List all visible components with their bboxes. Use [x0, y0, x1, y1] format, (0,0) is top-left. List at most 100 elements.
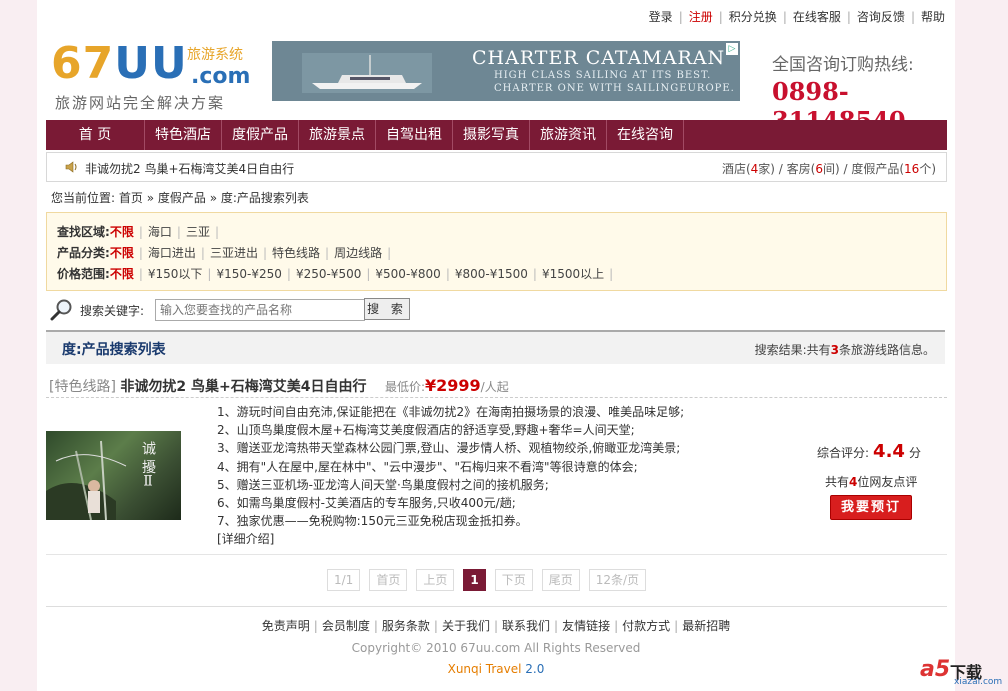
filter-option[interactable]: 周边线路: [334, 246, 382, 260]
page: 登录 | 注册 | 积分兑换 | 在线客服 | 咨询反馈 | 帮助 67UU 旅游系统 .com 旅…: [37, 0, 955, 691]
filter-option[interactable]: ¥1500以上: [542, 267, 604, 281]
last-page-button[interactable]: 尾页: [541, 569, 580, 591]
breadcrumb-current: 度:产品搜索列表: [220, 191, 309, 205]
price-unit: /人起: [480, 380, 509, 394]
filter-option-active[interactable]: 不限: [110, 225, 134, 239]
per-page: 12条/页: [588, 569, 647, 591]
filter-option-active[interactable]: 不限: [110, 246, 134, 260]
feature-item: 1、游玩时间自由充沛,保证能把在《非诚勿扰2》在海南拍摄场景的浪漫、唯美品味足够…: [217, 405, 685, 419]
filter-option[interactable]: ¥800-¥1500: [455, 267, 528, 281]
nav-item-6[interactable]: 旅游资讯: [530, 120, 607, 150]
detail-link[interactable]: [详细介绍]: [217, 530, 684, 548]
adchoices-icon[interactable]: ▷: [726, 43, 738, 55]
footer-link[interactable]: 免责声明: [262, 619, 310, 633]
nav-item-0[interactable]: 首 页: [46, 120, 145, 150]
book-button[interactable]: 我要预订: [830, 495, 912, 520]
logo-com: .com: [191, 64, 251, 89]
filter-label: 查找区域:: [57, 225, 110, 239]
feature-item: 6、如需鸟巢度假村-艾美酒店的专车服务,只收400元/趟;: [217, 496, 516, 511]
notice-text[interactable]: 非诚勿扰2 鸟巢+石梅湾艾美4日自由行: [85, 160, 294, 177]
site-logo[interactable]: 67UU 旅游系统 .com 旅游网站完全解决方案: [51, 38, 251, 113]
search-button[interactable]: 搜 索: [364, 298, 410, 320]
nav-item-3[interactable]: 旅游景点: [299, 120, 376, 150]
footer-link[interactable]: 最新招聘: [682, 619, 730, 633]
filter-option[interactable]: ¥500-¥800: [375, 267, 440, 281]
list-header: 度:产品搜索列表 搜索结果:共有3条旅游线路信息。: [46, 330, 945, 364]
top-links: 登录 | 注册 | 积分兑换 | 在线客服 | 咨询反馈 | 帮助: [648, 10, 945, 24]
nav-item-1[interactable]: 特色酒店: [145, 120, 222, 150]
feature-item: 4、拥有"人在屋中,屋在林中"、"云中漫步"、"石梅归来不看湾"等很诗意的体会;: [217, 459, 638, 474]
footer-link[interactable]: 关于我们: [442, 619, 490, 633]
nav-item-5[interactable]: 摄影写真: [453, 120, 530, 150]
register-link[interactable]: 注册: [689, 10, 713, 24]
current-page[interactable]: 1: [463, 569, 486, 591]
search-icon: [50, 299, 72, 321]
filter-option[interactable]: 特色线路: [272, 246, 320, 260]
first-page-button[interactable]: 首页: [369, 569, 408, 591]
filter-option-active[interactable]: 不限: [110, 267, 134, 281]
filter-option[interactable]: ¥250-¥500: [296, 267, 361, 281]
logo-slogan: 旅游网站完全解决方案: [55, 94, 226, 112]
feature-item: 2、山顶鸟巢度假木屋+石梅湾艾美度假酒店的舒适享受,野趣+奢华=人间天堂;: [217, 423, 635, 438]
product-photo-icon: [46, 440, 127, 520]
result-count: 搜索结果:共有3条旅游线路信息。: [754, 343, 935, 357]
feature-item: 5、赠送三亚机场-亚龙湾人间天堂·鸟巢度假村之间的接机服务;: [217, 477, 549, 492]
catamaran-icon: [302, 53, 432, 93]
filter-area: 查找区域:不限 | 海口 | 三亚 |: [57, 225, 219, 239]
product-image-text: 诚 擾Ⅱ: [140, 441, 156, 490]
footer-links: 免责声明 | 会员制度 | 服务条款 | 关于我们 | 联系我们 | 友情链接 | 付款方式 | 最新招聘: [261, 619, 731, 633]
footer-link[interactable]: 友情链接: [562, 619, 610, 633]
feedback-link[interactable]: 咨询反馈: [857, 10, 905, 24]
divider: [46, 397, 947, 398]
main-nav: 首 页特色酒店 度假产品 旅游景点 自驾出租 摄影写真 旅游资讯 在线咨询: [46, 120, 947, 150]
brand[interactable]: Xunqi Travel 2.0: [37, 662, 955, 676]
nav-item-7[interactable]: 在线咨询: [607, 120, 684, 150]
points-link[interactable]: 积分兑换: [729, 10, 777, 24]
product-category[interactable]: [特色线路]: [49, 379, 116, 395]
filter-option[interactable]: 三亚: [186, 225, 210, 239]
watermark-logo: a5 下载 xiazai.com: [920, 657, 1003, 687]
nav-item-4[interactable]: 自驾出租: [376, 120, 453, 150]
footer-link[interactable]: 付款方式: [622, 619, 670, 633]
footer-link[interactable]: 会员制度: [322, 619, 370, 633]
notice-bar: 非诚勿扰2 鸟巢+石梅湾艾美4日自由行 酒店(4家) / 客房(6间) / 度假…: [46, 152, 947, 182]
footer-link[interactable]: 服务条款: [382, 619, 430, 633]
hotline-label: 全国咨询订购热线:: [772, 55, 914, 75]
filter-option[interactable]: 海口进出: [148, 246, 196, 260]
footer-link[interactable]: 联系我们: [502, 619, 550, 633]
filter-option[interactable]: ¥150以下: [148, 267, 203, 281]
filter-label: 价格范围:: [57, 267, 110, 281]
next-page-button[interactable]: 下页: [494, 569, 533, 591]
filter-option[interactable]: 三亚进出: [210, 246, 258, 260]
breadcrumb-home[interactable]: 首页: [119, 191, 143, 205]
ad-banner[interactable]: CHARTER CATAMARAN HIGH CLASS SAILING AT …: [272, 41, 740, 101]
login-link[interactable]: 登录: [649, 10, 673, 24]
side-margin: a5 下载 xiazai.com: [920, 0, 1008, 691]
site-stats: 酒店(4家) / 客房(6间) / 度假产品(16个): [721, 162, 936, 176]
speaker-icon: [65, 161, 77, 173]
help-link[interactable]: 帮助: [921, 10, 945, 24]
rating-score: 4.4: [873, 441, 905, 462]
service-link[interactable]: 在线客服: [793, 10, 841, 24]
search-input[interactable]: [155, 299, 365, 321]
list-title: 度:产品搜索列表: [62, 342, 166, 358]
pagination: 1/1 首页 上页 1 下页 尾页 12条/页: [327, 569, 655, 591]
rating: 综合评分: 4.4 分: [817, 441, 921, 462]
product-name[interactable]: 非诚勿扰2 鸟巢+石梅湾艾美4日自由行: [120, 379, 366, 395]
nav-item-2[interactable]: 度假产品: [222, 120, 299, 150]
divider: [46, 554, 947, 555]
product-image[interactable]: 诚 擾Ⅱ: [46, 431, 181, 520]
filter-option[interactable]: 海口: [148, 225, 172, 239]
banner-title: CHARTER CATAMARAN: [472, 47, 726, 69]
logo-system: 旅游系统: [187, 47, 243, 63]
logo-number: 67: [51, 38, 115, 89]
feature-item: 3、赠送亚龙湾热带天堂森林公园门票,登山、漫步情人桥、观植物绞杀,俯瞰亚龙湾美景…: [217, 441, 681, 456]
filter-label: 产品分类:: [57, 246, 110, 260]
breadcrumb-products[interactable]: 度假产品: [158, 191, 206, 205]
filter-option[interactable]: ¥150-¥250: [216, 267, 281, 281]
banner-line-1: HIGH CLASS SAILING AT ITS BEST.: [494, 70, 712, 81]
review-count[interactable]: 共有4位网友点评: [825, 473, 917, 490]
prev-page-button[interactable]: 上页: [416, 569, 455, 591]
logo-uu: UU: [114, 38, 188, 89]
filter-category: 产品分类:不限 | 海口进出 | 三亚进出 | 特色线路 | 周边线路 |: [57, 246, 392, 260]
